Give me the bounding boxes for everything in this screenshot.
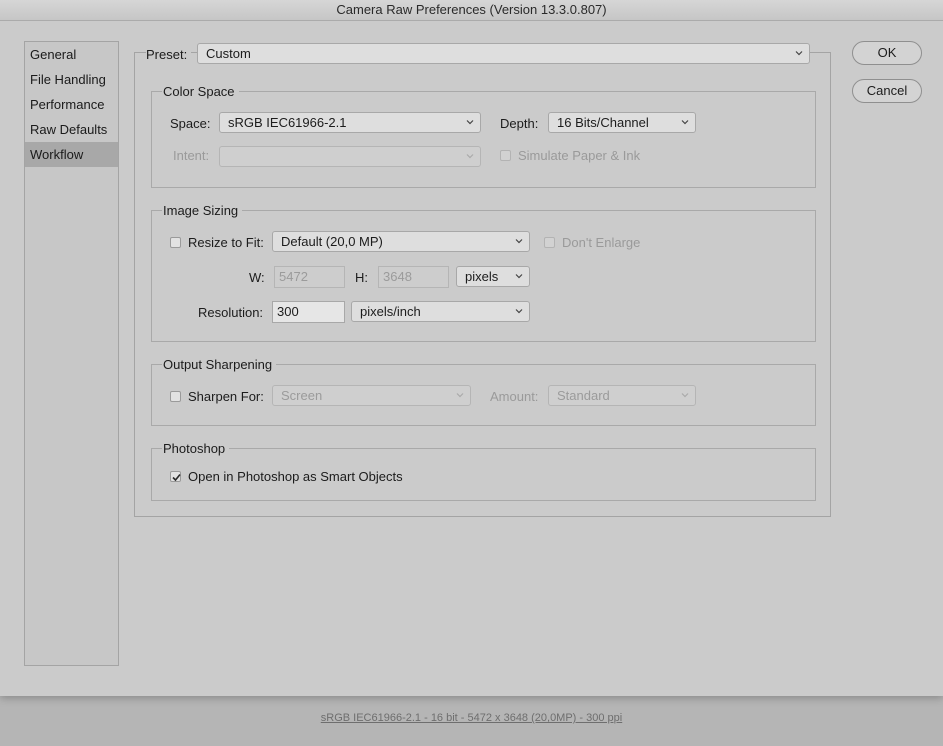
sidebar: General File Handling Performance Raw De…	[24, 41, 119, 666]
size-unit-select[interactable]: pixels	[456, 266, 530, 287]
chevron-down-icon	[681, 391, 689, 399]
dont-enlarge-label: Don't Enlarge	[562, 235, 641, 250]
ok-button[interactable]: OK	[852, 41, 922, 65]
simulate-paper-checkbox[interactable]	[500, 150, 511, 161]
simulate-paper-label: Simulate Paper & Ink	[518, 148, 641, 163]
intent-label: Intent:	[173, 148, 210, 163]
chevron-down-icon	[466, 118, 474, 126]
image-sizing-title: Image Sizing	[162, 202, 243, 219]
preset-select[interactable]: Custom	[197, 43, 810, 64]
smart-objects-checkbox[interactable]	[170, 471, 181, 482]
space-value: sRGB IEC61966-2.1	[228, 115, 347, 130]
sidebar-item-raw-defaults[interactable]: Raw Defaults	[25, 117, 118, 142]
width-input[interactable]: 5472	[274, 266, 345, 288]
resolution-label: Resolution:	[198, 305, 264, 320]
dont-enlarge-checkbox[interactable]	[544, 237, 555, 248]
amount-select[interactable]: Standard	[548, 385, 696, 406]
sidebar-item-general[interactable]: General	[25, 42, 118, 67]
preset-label: Preset:	[146, 46, 192, 63]
chevron-down-icon	[515, 272, 523, 280]
photoshop-title: Photoshop	[162, 440, 230, 457]
resize-to-fit-value: Default (20,0 MP)	[281, 234, 383, 249]
space-label: Space:	[170, 116, 211, 131]
resize-to-fit-select[interactable]: Default (20,0 MP)	[272, 231, 530, 252]
color-space-group	[151, 91, 816, 188]
resize-to-fit-checkbox[interactable]	[170, 237, 181, 248]
resolution-input[interactable]: 300	[272, 301, 345, 323]
workflow-options-link[interactable]: sRGB IEC61966-2.1 - 16 bit - 5472 x 3648…	[0, 712, 943, 724]
chevron-down-icon	[515, 307, 523, 315]
size-unit-value: pixels	[465, 269, 499, 284]
cancel-button[interactable]: Cancel	[852, 79, 922, 103]
preferences-window: Camera Raw Preferences (Version 13.3.0.8…	[0, 0, 943, 696]
height-input[interactable]: 3648	[378, 266, 449, 288]
amount-label: Amount:	[490, 389, 539, 404]
sharpen-for-select[interactable]: Screen	[272, 385, 471, 406]
depth-label: Depth:	[500, 116, 539, 131]
chevron-down-icon	[795, 49, 803, 57]
checkmark-icon	[172, 473, 181, 482]
chevron-down-icon	[515, 237, 523, 245]
color-space-title: Color Space	[162, 83, 239, 100]
sharpen-for-label: Sharpen For:	[188, 389, 264, 404]
width-label: W:	[249, 270, 265, 285]
height-label: H:	[355, 270, 368, 285]
intent-select[interactable]	[219, 146, 481, 167]
output-sharpening-title: Output Sharpening	[162, 356, 277, 373]
sidebar-item-file-handling[interactable]: File Handling	[25, 67, 118, 92]
window-title: Camera Raw Preferences (Version 13.3.0.8…	[0, 0, 943, 21]
chevron-down-icon	[466, 152, 474, 160]
sharpen-for-value: Screen	[281, 388, 323, 403]
chevron-down-icon	[456, 391, 464, 399]
smart-objects-label: Open in Photoshop as Smart Objects	[188, 469, 403, 484]
chevron-down-icon	[681, 118, 689, 126]
amount-value: Standard	[557, 388, 610, 403]
resolution-unit-select[interactable]: pixels/inch	[351, 301, 530, 322]
space-select[interactable]: sRGB IEC61966-2.1	[219, 112, 481, 133]
sidebar-item-performance[interactable]: Performance	[25, 92, 118, 117]
preset-value: Custom	[206, 46, 251, 61]
resize-to-fit-label: Resize to Fit:	[188, 235, 264, 250]
depth-value: 16 Bits/Channel	[557, 115, 649, 130]
sidebar-item-workflow[interactable]: Workflow	[25, 142, 118, 167]
depth-select[interactable]: 16 Bits/Channel	[548, 112, 696, 133]
resolution-unit-value: pixels/inch	[360, 304, 421, 319]
sharpen-for-checkbox[interactable]	[170, 391, 181, 402]
